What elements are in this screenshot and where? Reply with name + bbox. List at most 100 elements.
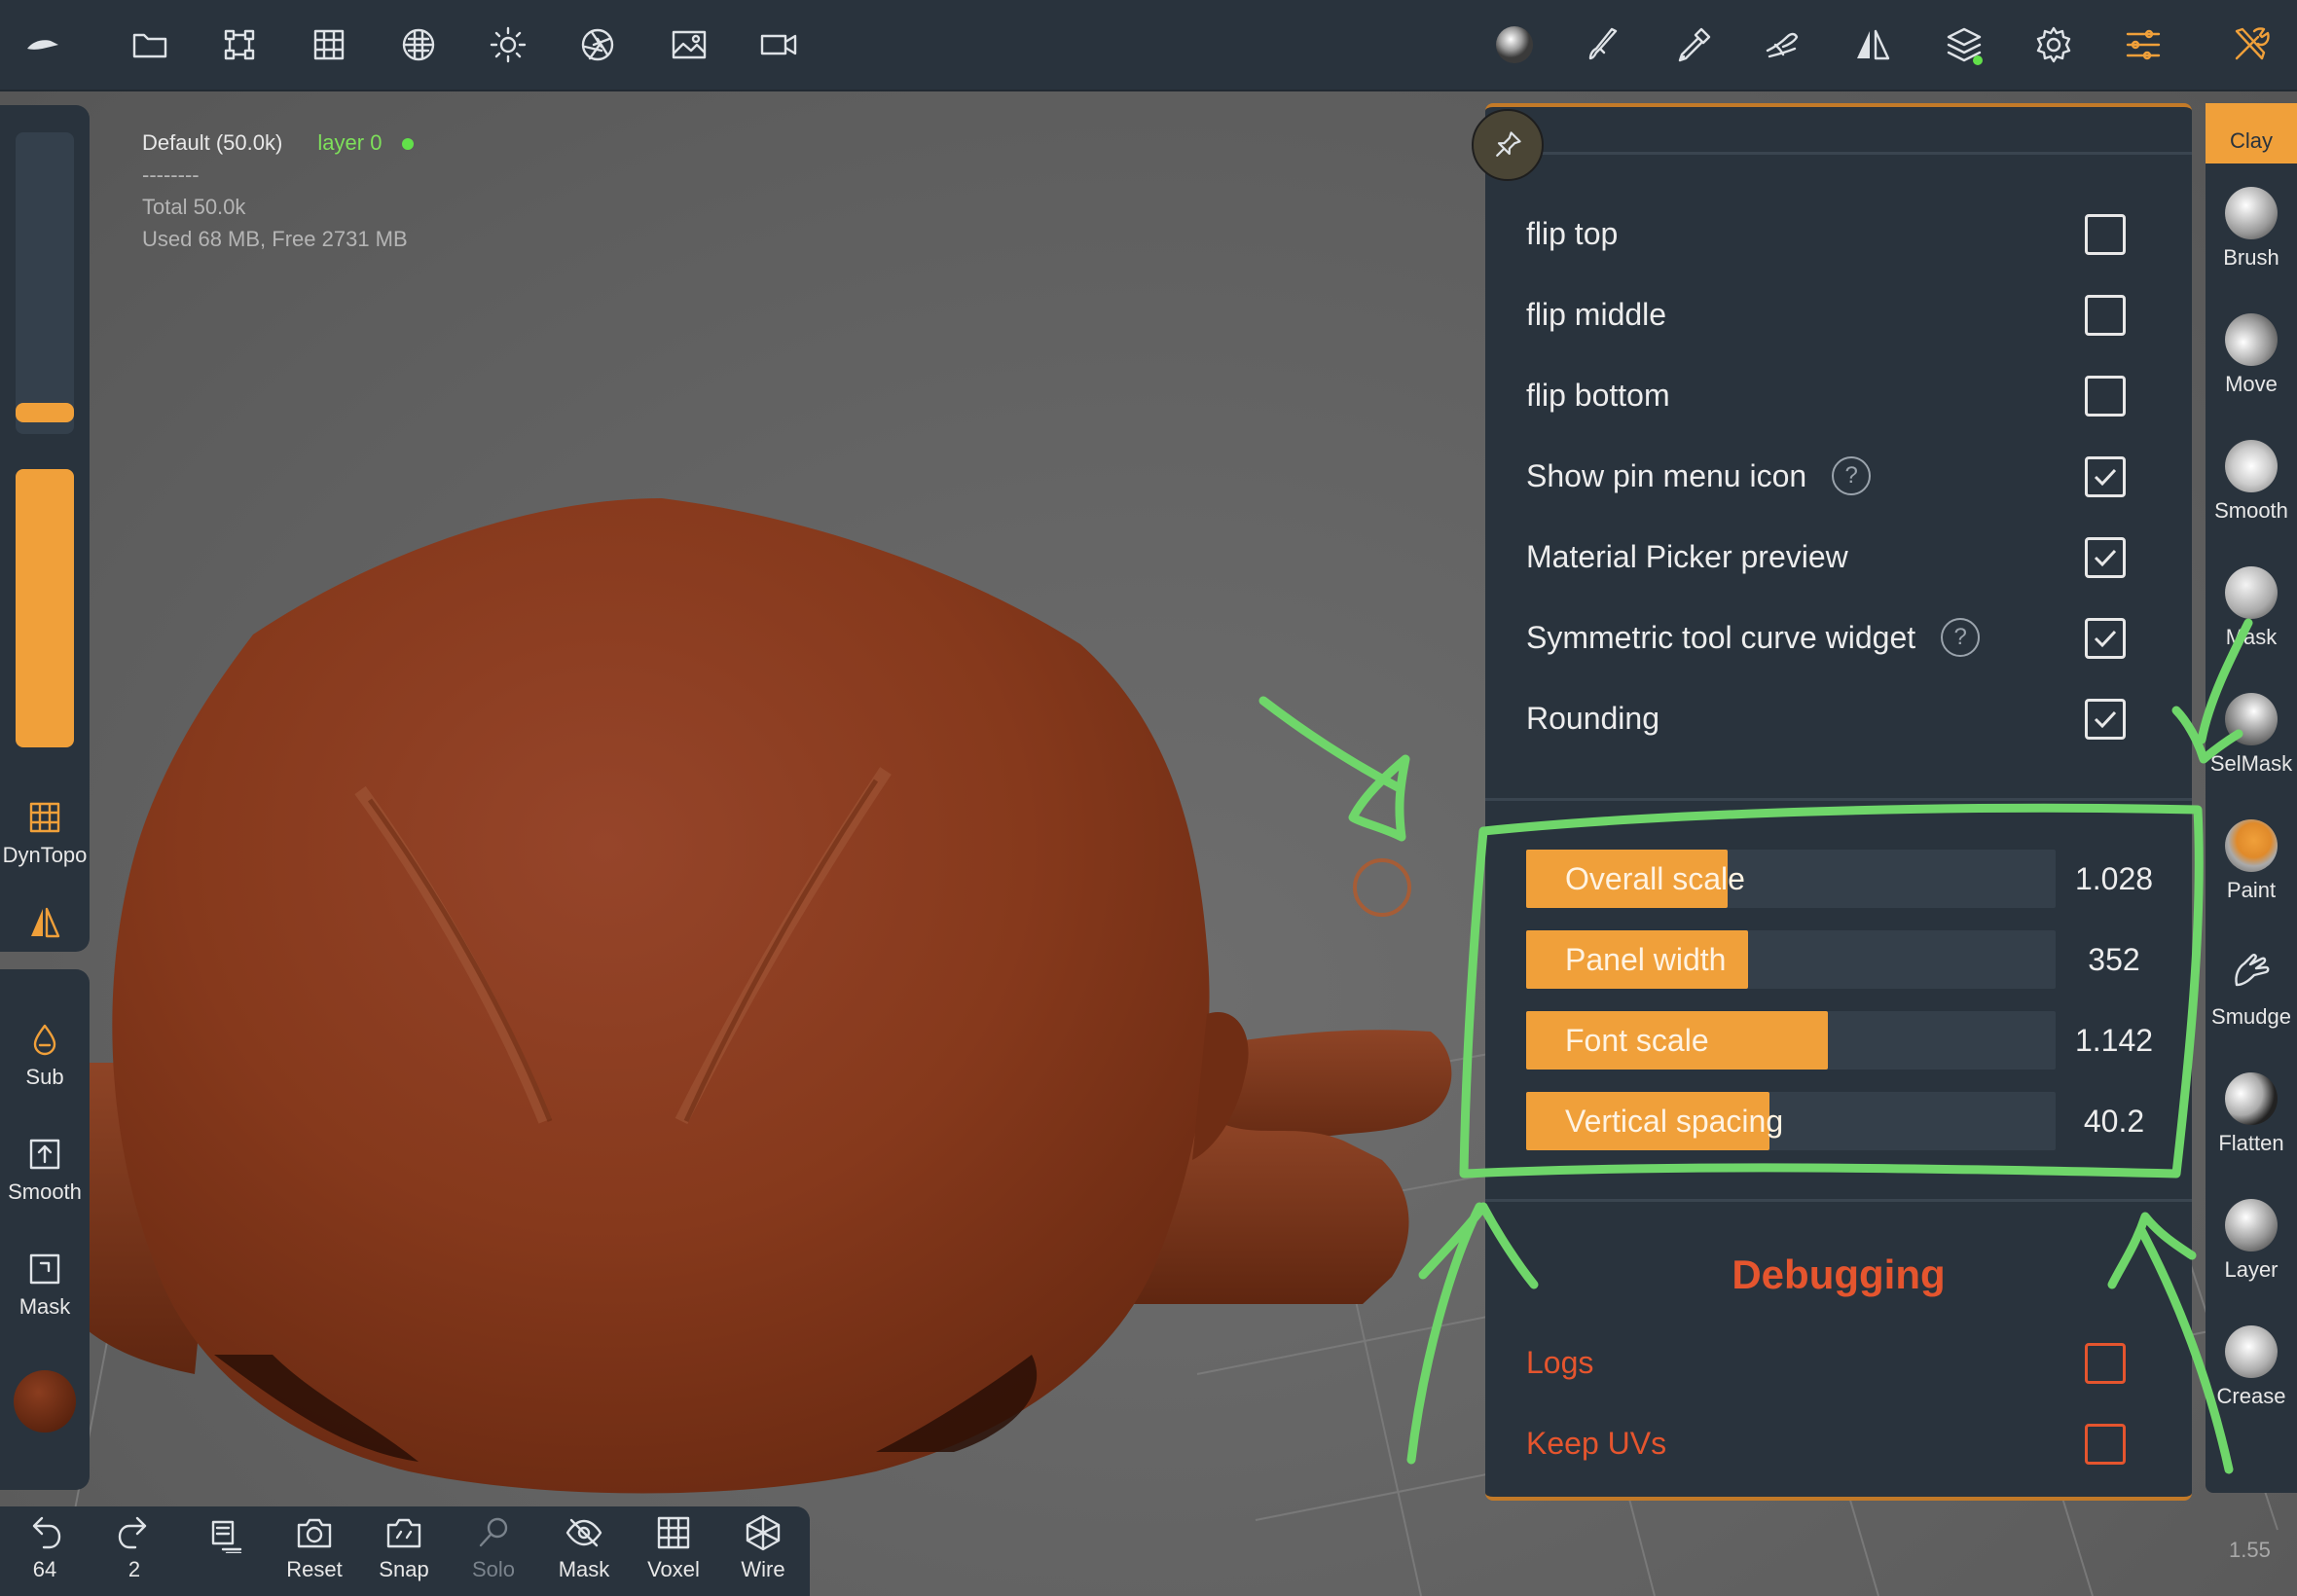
slider-panel-width[interactable]: Panel width: [1526, 930, 2056, 989]
undo-button[interactable]: 64: [0, 1512, 90, 1582]
light-icon[interactable]: [477, 14, 539, 76]
flip-bottom-checkbox[interactable]: [2085, 376, 2126, 417]
scene-info: Default (50.0k) layer 0 -------- Total 5…: [142, 127, 414, 255]
brush-move[interactable]: Move: [2206, 313, 2297, 397]
left-toolbar-upper: DynTopo: [0, 105, 90, 952]
matcap-sphere-icon[interactable]: [1483, 14, 1546, 76]
brush-smooth[interactable]: Smooth: [2206, 440, 2297, 524]
pin-menu-button[interactable]: [1472, 109, 1544, 181]
help-icon[interactable]: ?: [1941, 618, 1981, 657]
stroke-brush-icon[interactable]: [1573, 14, 1635, 76]
topology-grid-icon[interactable]: [298, 14, 360, 76]
background-image-icon[interactable]: [658, 14, 720, 76]
brush-label: Layer: [2224, 1257, 2279, 1282]
dyntopo-label: DynTopo: [2, 843, 88, 867]
option-label: Symmetric tool curve widget: [1526, 619, 1916, 655]
redo-count: 2: [128, 1557, 141, 1581]
symmetry-icon[interactable]: [1841, 14, 1904, 76]
brush-paint[interactable]: Paint: [2206, 819, 2297, 903]
picker-icon[interactable]: [1662, 14, 1725, 76]
slider-value[interactable]: 40.2: [2056, 1092, 2172, 1150]
show-pin-menu-checkbox[interactable]: [2085, 456, 2126, 497]
paint-sphere-icon: [2225, 819, 2278, 872]
option-label: Keep UVs: [1526, 1425, 1667, 1461]
tools-icon[interactable]: [2219, 14, 2281, 76]
brush-brush[interactable]: Brush: [2206, 187, 2297, 271]
material-picker-checkbox[interactable]: [2085, 537, 2126, 578]
brush-sphere-icon: [2225, 187, 2278, 239]
radius-slider[interactable]: [16, 132, 74, 434]
mask-visibility-button[interactable]: Mask: [539, 1512, 629, 1582]
sub-button[interactable]: Sub: [0, 1020, 90, 1090]
brush-clay[interactable]: Clay: [2206, 128, 2297, 154]
total-faces: Total 50.0k: [142, 195, 246, 219]
option-rounding[interactable]: Rounding: [1526, 689, 2169, 747]
option-flip-top[interactable]: flip top: [1526, 204, 2169, 263]
history-button[interactable]: [179, 1512, 269, 1557]
wireframe-button[interactable]: Wire: [718, 1512, 808, 1582]
history-book-icon: [211, 1520, 242, 1553]
brush-layer[interactable]: Layer: [2206, 1199, 2297, 1283]
symmetry-toggle[interactable]: [0, 903, 90, 948]
tool-settings-icon[interactable]: [1752, 14, 1814, 76]
slider-value[interactable]: 352: [2056, 930, 2172, 989]
left-toolbar-lower: Sub Smooth Mask: [0, 969, 90, 1490]
scene-tree-icon[interactable]: [208, 14, 271, 76]
brush-selmask[interactable]: SelMask: [2206, 693, 2297, 777]
option-material-picker-preview[interactable]: Material Picker preview: [1526, 527, 2169, 586]
redo-icon: [118, 1516, 147, 1549]
flip-middle-checkbox[interactable]: [2085, 295, 2126, 336]
option-flip-middle[interactable]: flip middle: [1526, 285, 2169, 344]
help-icon[interactable]: ?: [1832, 456, 1872, 495]
voxel-label: Voxel: [647, 1557, 700, 1581]
rounding-checkbox[interactable]: [2085, 699, 2126, 740]
smooth-box-icon: [29, 1139, 60, 1170]
material-sphere-icon[interactable]: [387, 14, 450, 76]
slider-value[interactable]: 1.142: [2056, 1011, 2172, 1070]
option-symmetric-tool-curve-widget[interactable]: Symmetric tool curve widget ?: [1526, 608, 2169, 667]
symmetric-curve-checkbox[interactable]: [2085, 618, 2126, 659]
layers-icon[interactable]: [1933, 14, 1995, 76]
brush-smudge[interactable]: Smudge: [2206, 946, 2297, 1030]
option-keep-uvs[interactable]: Keep UVs: [1526, 1414, 2169, 1472]
reset-button[interactable]: Reset: [270, 1512, 359, 1582]
slider-value[interactable]: 1.028: [2056, 850, 2172, 908]
option-logs[interactable]: Logs: [1526, 1333, 2169, 1392]
pin-icon: [1496, 131, 1521, 157]
settings-gear-icon[interactable]: [2023, 14, 2085, 76]
logs-checkbox[interactable]: [2085, 1343, 2126, 1384]
mask-visibility-label: Mask: [558, 1557, 610, 1581]
mask-button[interactable]: Mask: [0, 1250, 90, 1320]
solo-button[interactable]: Solo: [449, 1512, 538, 1582]
brush-toolbar: [2206, 103, 2297, 1493]
redo-button[interactable]: 2: [90, 1512, 179, 1582]
logo-icon[interactable]: [12, 14, 74, 76]
flip-top-checkbox[interactable]: [2085, 214, 2126, 255]
slider-overall-scale[interactable]: Overall scale: [1526, 850, 2056, 908]
slider-font-scale[interactable]: Font scale: [1526, 1011, 2056, 1070]
undo-icon: [32, 1516, 61, 1549]
smooth-button[interactable]: Smooth: [0, 1135, 90, 1205]
interface-sliders-icon[interactable]: [2112, 14, 2174, 76]
voxel-button[interactable]: Voxel: [629, 1512, 718, 1582]
slider-vertical-spacing[interactable]: Vertical spacing: [1526, 1092, 2056, 1150]
option-show-pin-menu-icon[interactable]: Show pin menu icon ?: [1526, 447, 2169, 505]
snap-button[interactable]: Snap: [359, 1512, 449, 1582]
option-flip-bottom[interactable]: flip bottom: [1526, 366, 2169, 424]
dyntopo-button[interactable]: DynTopo: [0, 798, 90, 868]
camera-snap-icon: [386, 1518, 421, 1548]
reset-label: Reset: [286, 1557, 343, 1581]
brush-crease[interactable]: Crease: [2206, 1325, 2297, 1409]
video-camera-icon[interactable]: [747, 14, 810, 76]
camera-aperture-icon[interactable]: [566, 14, 629, 76]
brush-label: Mask: [2225, 625, 2278, 649]
brush-mask[interactable]: Mask: [2206, 566, 2297, 650]
intensity-slider[interactable]: [16, 469, 74, 747]
folder-icon[interactable]: [119, 14, 181, 76]
brush-label: Brush: [2223, 245, 2279, 270]
color-swatch[interactable]: [14, 1370, 76, 1433]
layer-sphere-icon: [2225, 1199, 2278, 1251]
brush-flatten[interactable]: Flatten: [2206, 1072, 2297, 1156]
app-version: 1.55: [2229, 1538, 2271, 1562]
keep-uvs-checkbox[interactable]: [2085, 1424, 2126, 1465]
